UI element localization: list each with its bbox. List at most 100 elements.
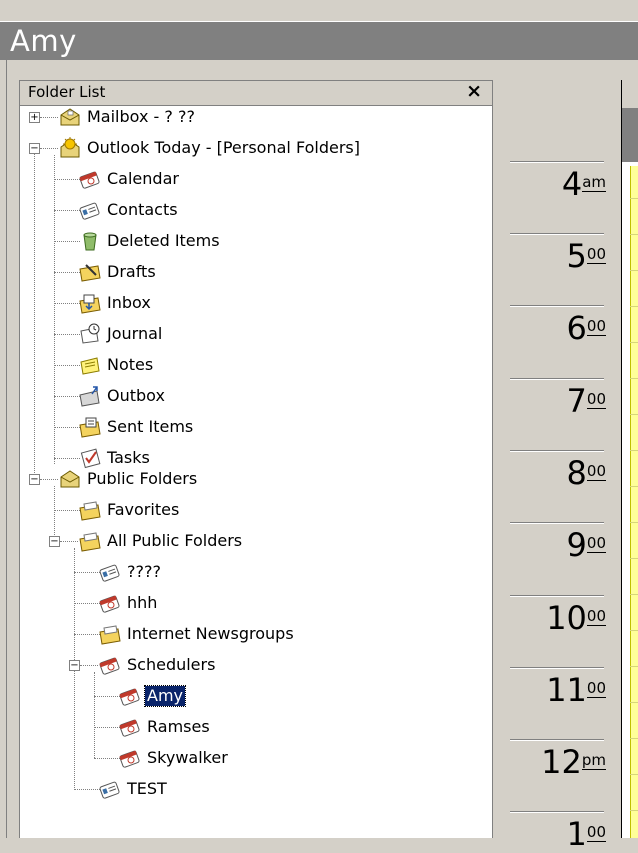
- tree-line: [54, 334, 80, 335]
- tree-line: [54, 427, 80, 428]
- hour-divider: [510, 451, 604, 452]
- hour-divider: [510, 162, 604, 163]
- tree-line: [74, 789, 100, 790]
- hour-label: 1100: [546, 671, 606, 709]
- collapse-all-public-folders-icon[interactable]: −: [49, 536, 60, 547]
- slot-line: [630, 450, 638, 451]
- mailbox-icon: [58, 105, 82, 129]
- close-button[interactable]: ×: [466, 80, 482, 102]
- notes-icon: [78, 353, 102, 377]
- hour-label: 4am: [561, 165, 606, 203]
- tree-line: [94, 727, 120, 728]
- tree-line: [94, 672, 95, 758]
- hour-divider: [510, 668, 604, 669]
- hour-divider: [510, 596, 604, 597]
- drafts-icon: [78, 260, 102, 284]
- hour-divider: [510, 234, 604, 235]
- hour-divider: [510, 812, 604, 813]
- folder-list-title: Folder List: [28, 83, 106, 101]
- hour-divider: [510, 740, 604, 741]
- slot-line: [630, 702, 638, 703]
- folder-tree: + − − − − Mailbox - ? ?? Outlook Today -…: [20, 106, 492, 836]
- left-edge: [0, 60, 7, 838]
- contacts-icon: [98, 560, 122, 584]
- tree-line: [94, 758, 120, 759]
- day-view-grid[interactable]: [621, 80, 638, 838]
- expand-mailbox-icon[interactable]: +: [29, 112, 40, 123]
- hour-label: 500: [566, 237, 606, 275]
- slot-line: [630, 558, 638, 559]
- slot-line: [630, 342, 638, 343]
- tree-line: [80, 665, 98, 666]
- tree-line: [54, 241, 80, 242]
- calendar-icon: [78, 167, 102, 191]
- tree-line: [54, 303, 80, 304]
- calendar-icon: [118, 715, 142, 739]
- time-column: 4am 500 600 700 800 900 1000 1100 12pm 1…: [493, 80, 621, 852]
- calendar-icon: [118, 746, 142, 770]
- tree-line: [54, 510, 80, 511]
- slot-line: [630, 486, 638, 487]
- tree-line: [54, 396, 80, 397]
- hour-label: 1000: [546, 599, 606, 637]
- tree-line: [74, 603, 100, 604]
- slot-line: [630, 522, 638, 523]
- slot-line: [630, 594, 638, 595]
- sent-items-icon: [78, 415, 102, 439]
- tree-line: [94, 696, 120, 697]
- slot-line: [630, 234, 638, 235]
- outlook-today-icon: [58, 136, 82, 160]
- journal-icon: [78, 322, 102, 346]
- folder-icon: [78, 498, 102, 522]
- collapse-public-folders-icon[interactable]: −: [29, 474, 40, 485]
- folder-title-bar: Amy: [0, 21, 638, 60]
- collapse-schedulers-icon[interactable]: −: [69, 660, 80, 671]
- day-header: [622, 80, 638, 109]
- slot-line: [630, 414, 638, 415]
- folder-icon: [98, 622, 122, 646]
- tree-line: [54, 365, 80, 366]
- hour-label: 700: [566, 382, 606, 420]
- slot-line: [630, 378, 638, 379]
- tree-line: [54, 272, 80, 273]
- tree-line: [54, 210, 80, 211]
- outbox-icon: [78, 384, 102, 408]
- slot-line: [630, 738, 638, 739]
- tree-line: [54, 458, 80, 459]
- slot-line: [630, 306, 638, 307]
- hour-divider: [510, 379, 604, 380]
- folder-list-panel: Folder List × + − − − − Mailbox - ? ?? O…: [19, 80, 493, 838]
- inbox-icon: [78, 291, 102, 315]
- tree-line: [74, 634, 100, 635]
- calendar-icon: [118, 684, 142, 708]
- tree-line: [60, 541, 78, 542]
- all-day-area[interactable]: [622, 109, 638, 162]
- tree-line: [40, 479, 58, 480]
- public-folders-icon: [58, 467, 82, 491]
- hour-label: 12pm: [541, 743, 606, 781]
- calendar-icon: [98, 591, 122, 615]
- tree-line: [40, 148, 58, 149]
- slot-line: [630, 270, 638, 271]
- slot-line: [630, 810, 638, 811]
- tree-line: [40, 117, 58, 118]
- hour-divider: [510, 523, 604, 524]
- hour-label: 600: [566, 309, 606, 347]
- trash-icon: [78, 229, 102, 253]
- contacts-icon: [98, 777, 122, 801]
- tree-line: [74, 572, 100, 573]
- tree-line: [54, 179, 80, 180]
- collapse-outlook-today-icon[interactable]: −: [29, 143, 40, 154]
- folder-title: Amy: [10, 24, 77, 58]
- slot-line: [630, 630, 638, 631]
- slot-line: [630, 774, 638, 775]
- tree-line: [34, 149, 35, 479]
- slot-line: [630, 666, 638, 667]
- hour-divider: [510, 306, 604, 307]
- folder-icon: [78, 529, 102, 553]
- tree-line: [54, 155, 55, 464]
- contacts-icon: [78, 198, 102, 222]
- calendar-icon: [98, 653, 122, 677]
- slot-line: [630, 198, 638, 199]
- hour-label: 100: [566, 815, 606, 853]
